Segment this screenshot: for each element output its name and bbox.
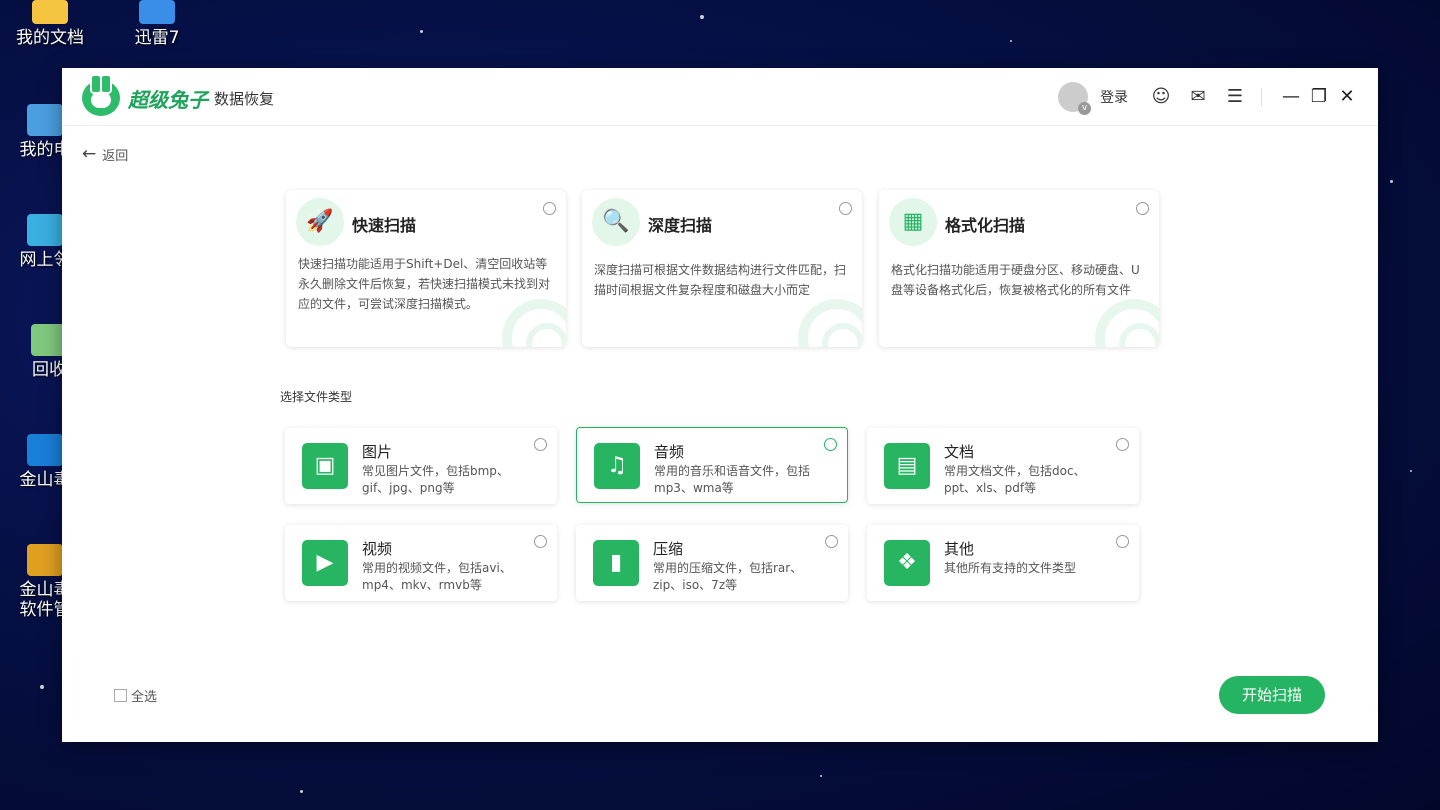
title-bar: 超级兔子 数据恢复 登录 ☺ ✉ ☰ — ❐ ✕ <box>62 68 1378 126</box>
documents-folder-icon <box>32 0 68 24</box>
app-logo: 超级兔子 数据恢复 <box>82 74 275 116</box>
file-type-name: 其他 <box>944 540 975 558</box>
toolbar-divider <box>1261 88 1262 106</box>
rabbit-logo-icon <box>82 74 120 116</box>
file-type-desc: 常见图片文件，包括bmp、gif、jpg、png等 <box>362 464 509 495</box>
file-type-audio[interactable]: ♫ 音频 常用的音乐和语音文件，包括mp3、wma等 <box>576 427 848 503</box>
file-type-image[interactable]: ▣ 图片 常见图片文件，包括bmp、gif、jpg、png等 <box>285 428 557 504</box>
file-type-desc: 常用的视频文件，包括avi、mp4、mkv、rmvb等 <box>362 561 512 592</box>
restore-icon[interactable]: ❐ <box>1308 86 1330 108</box>
file-type-radio[interactable] <box>824 438 837 451</box>
minimize-icon[interactable]: — <box>1280 86 1302 108</box>
file-type-desc: 其他所有支持的文件类型 <box>944 561 1077 575</box>
watermark-icon <box>1095 299 1159 347</box>
scan-radio[interactable] <box>839 202 852 215</box>
scan-radio[interactable] <box>1136 202 1149 215</box>
file-type-archive[interactable]: ▮ 压缩 常用的压缩文件，包括rar、zip、iso、7z等 <box>576 525 848 601</box>
network-icon <box>27 214 63 246</box>
file-type-desc: 常用的音乐和语音文件，包括mp3、wma等 <box>654 464 811 495</box>
scan-title: 快速扫描 <box>352 216 417 235</box>
back-button[interactable]: ← 返回 <box>82 144 128 164</box>
file-type-name: 文档 <box>944 443 975 461</box>
document-icon: ▤ <box>884 443 930 489</box>
chat-support-icon[interactable]: ☺ <box>1150 86 1172 108</box>
desktop-icon-xunlei[interactable]: 迅雷7 <box>112 0 202 48</box>
file-types-heading: 选择文件类型 <box>280 390 353 404</box>
desktop-icon-documents[interactable]: 我的文档 <box>5 0 95 48</box>
file-type-radio[interactable] <box>825 535 838 548</box>
kingsoft-icon <box>27 434 63 466</box>
feedback-icon[interactable]: ✉ <box>1187 86 1209 108</box>
select-all-label: 全选 <box>131 690 158 705</box>
file-type-radio[interactable] <box>534 438 547 451</box>
scan-card-quick[interactable]: 🚀 快速扫描 快速扫描功能适用于Shift+Del、清空回收站等永久删除文件后恢… <box>286 190 566 347</box>
calendar-code-icon: ▦ <box>889 198 937 246</box>
login-link[interactable]: 登录 <box>1100 87 1128 107</box>
app-window: 超级兔子 数据恢复 登录 ☺ ✉ ☰ — ❐ ✕ ← 返回 🚀 快速扫描 快速扫… <box>62 68 1378 742</box>
scan-desc: 快速扫描功能适用于Shift+Del、清空回收站等永久删除文件后恢复，若快速扫描… <box>298 257 551 311</box>
file-type-video[interactable]: ▶ 视频 常用的视频文件，包括avi、mp4、mkv、rmvb等 <box>285 525 557 601</box>
scan-desc: 深度扫描可根据文件数据结构进行文件匹配，扫描时间根据文件复杂程度和磁盘大小而定 <box>594 263 847 297</box>
computer-icon <box>27 104 63 136</box>
file-type-desc: 常用的压缩文件，包括rar、zip、iso、7z等 <box>653 561 803 592</box>
watermark-icon <box>798 299 862 347</box>
back-label: 返回 <box>102 148 129 164</box>
kingsoft-manager-icon <box>27 544 63 576</box>
file-type-other[interactable]: ❖ 其他 其他所有支持的文件类型 <box>867 525 1139 601</box>
file-type-name: 图片 <box>362 443 393 461</box>
scan-title: 格式化扫描 <box>945 216 1026 235</box>
user-avatar-icon[interactable] <box>1058 82 1091 115</box>
file-type-name: 压缩 <box>653 540 684 558</box>
file-type-name: 视频 <box>362 540 393 558</box>
video-icon: ▶ <box>302 540 348 586</box>
file-type-document[interactable]: ▤ 文档 常用文档文件，包括doc、ppt、xls、pdf等 <box>867 428 1139 504</box>
image-icon: ▣ <box>302 443 348 489</box>
scan-card-deep[interactable]: 🔍 深度扫描 深度扫描可根据文件数据结构进行文件匹配，扫描时间根据文件复杂程度和… <box>582 190 862 347</box>
scan-card-format[interactable]: ▦ 格式化扫描 格式化扫描功能适用于硬盘分区、移动硬盘、U盘等设备格式化后，恢复… <box>879 190 1159 347</box>
scan-title: 深度扫描 <box>648 216 713 235</box>
magnifier-icon: 🔍 <box>592 198 640 246</box>
scan-radio[interactable] <box>543 202 556 215</box>
file-type-radio[interactable] <box>534 535 547 548</box>
file-type-radio[interactable] <box>1116 535 1129 548</box>
select-all-checkbox[interactable]: 全选 <box>114 686 157 705</box>
brand-name: 超级兔子 <box>128 87 208 112</box>
file-type-name: 音频 <box>654 443 685 461</box>
close-icon[interactable]: ✕ <box>1336 86 1358 108</box>
rocket-icon: 🚀 <box>296 198 344 246</box>
file-type-desc: 常用文档文件，包括doc、ppt、xls、pdf等 <box>944 464 1086 495</box>
checkbox-icon <box>114 689 127 702</box>
start-scan-button[interactable]: 开始扫描 <box>1219 676 1325 714</box>
xunlei-icon <box>139 0 175 24</box>
scan-desc: 格式化扫描功能适用于硬盘分区、移动硬盘、U盘等设备格式化后，恢复被格式化的所有文… <box>891 263 1140 297</box>
music-icon: ♫ <box>594 443 640 489</box>
file-type-radio[interactable] <box>1116 438 1129 451</box>
zip-icon: ▮ <box>593 540 639 586</box>
grid-icon: ❖ <box>884 540 930 586</box>
arrow-left-icon: ← <box>82 144 97 164</box>
product-name: 数据恢复 <box>214 89 275 108</box>
menu-icon[interactable]: ☰ <box>1224 86 1246 108</box>
